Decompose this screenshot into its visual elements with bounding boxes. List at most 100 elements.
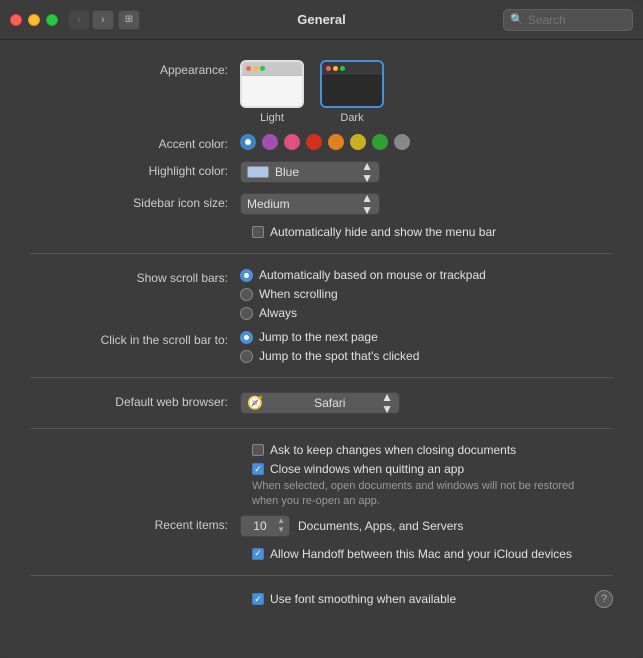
click-scroll-bar-label: Click in the scroll bar to: (30, 330, 240, 347)
arrow-down-icon: ▼ (361, 172, 373, 184)
accent-red[interactable] (306, 134, 322, 150)
traffic-lights (10, 14, 58, 26)
menu-bar-checkbox[interactable] (252, 226, 264, 238)
dark-label: Dark (340, 112, 363, 124)
recent-items-stepper[interactable]: 10 ▲ ▼ (240, 515, 290, 537)
appearance-light[interactable]: Light (240, 60, 304, 124)
keep-changes-row: Ask to keep changes when closing documen… (252, 443, 613, 457)
minimize-button[interactable] (28, 14, 40, 26)
accent-graphite[interactable] (394, 134, 410, 150)
scroll-auto-label: Automatically based on mouse or trackpad (259, 268, 486, 282)
scroll-always-radio[interactable] (240, 307, 253, 320)
divider-3 (30, 428, 613, 429)
scroll-always-label: Always (259, 306, 297, 320)
accent-pink[interactable] (284, 134, 300, 150)
back-button[interactable]: ‹ (68, 10, 90, 30)
dark-thumb-bar (322, 62, 382, 76)
click-spot-radio[interactable] (240, 350, 253, 363)
recent-items-row: Recent items: 10 ▲ ▼ Documents, Apps, an… (30, 515, 613, 537)
nav-buttons: ‹ › (68, 10, 114, 30)
sidebar-icon-size-row: Sidebar icon size: Medium ▲ ▼ (30, 193, 613, 215)
close-windows-checkbox[interactable] (252, 463, 264, 475)
highlight-select[interactable]: Blue ▲ ▼ (240, 161, 380, 183)
scroll-bars-radio-group: Automatically based on mouse or trackpad… (240, 268, 486, 320)
search-input[interactable] (528, 13, 626, 27)
show-scroll-bars-control: Automatically based on mouse or trackpad… (240, 268, 613, 320)
forward-icon: › (101, 14, 105, 26)
default-browser-value: Safari (314, 396, 377, 410)
click-scroll-radio-group: Jump to the next page Jump to the spot t… (240, 330, 419, 363)
sidebar-icon-arrow: ▲ ▼ (361, 192, 373, 216)
light-thumb (240, 60, 304, 108)
recent-items-control: 10 ▲ ▼ Documents, Apps, and Servers (240, 515, 613, 537)
menu-bar-label: Automatically hide and show the menu bar (270, 225, 496, 239)
show-scroll-bars-label: Show scroll bars: (30, 268, 240, 285)
recent-items-suffix: Documents, Apps, and Servers (298, 519, 463, 533)
window-title: General (297, 12, 345, 27)
click-next-page-row: Jump to the next page (240, 330, 419, 344)
appearance-control: Light Dark (240, 60, 613, 124)
close-windows-row: Close windows when quitting an app (252, 462, 613, 476)
click-next-page-label: Jump to the next page (259, 330, 378, 344)
show-scroll-bars-row: Show scroll bars: Automatically based on… (30, 268, 613, 320)
appearance-dark[interactable]: Dark (320, 60, 384, 124)
arrow-down-icon2: ▼ (361, 204, 373, 216)
divider-4 (30, 575, 613, 576)
back-icon: ‹ (77, 14, 81, 26)
thumb-dot-green2 (340, 66, 345, 71)
forward-button[interactable]: › (92, 10, 114, 30)
accent-blue[interactable] (240, 134, 256, 150)
grid-button[interactable]: ⊞ (118, 10, 140, 30)
light-label: Light (260, 112, 284, 124)
default-browser-label: Default web browser: (30, 392, 240, 409)
appearance-options: Light Dark (240, 60, 384, 124)
handoff-checkbox[interactable] (252, 548, 264, 560)
thumb-dot-red (246, 66, 251, 71)
scroll-auto-radio[interactable] (240, 269, 253, 282)
accent-yellow[interactable] (350, 134, 366, 150)
scroll-when-scrolling-label: When scrolling (259, 287, 338, 301)
default-browser-row: Default web browser: 🧭 Safari ▲ ▼ (30, 392, 613, 414)
dark-thumb (320, 60, 384, 108)
maximize-button[interactable] (46, 14, 58, 26)
sidebar-icon-size-label: Sidebar icon size: (30, 193, 240, 210)
accent-color-control (240, 134, 613, 150)
menu-bar-row: Automatically hide and show the menu bar (252, 225, 613, 239)
grid-icon: ⊞ (125, 14, 133, 25)
sidebar-icon-select[interactable]: Medium ▲ ▼ (240, 193, 380, 215)
keep-changes-checkbox[interactable] (252, 444, 264, 456)
help-button[interactable]: ? (595, 590, 613, 608)
safari-icon: 🧭 (247, 395, 310, 411)
keep-changes-label: Ask to keep changes when closing documen… (270, 443, 516, 457)
accent-green[interactable] (372, 134, 388, 150)
thumb-dot-yellow (253, 66, 258, 71)
highlight-color-row: Highlight color: Blue ▲ ▼ (30, 161, 613, 183)
divider-1 (30, 253, 613, 254)
handoff-label: Allow Handoff between this Mac and your … (270, 547, 572, 561)
search-box[interactable]: 🔍 (503, 9, 633, 31)
sidebar-icon-value: Medium (247, 197, 357, 211)
click-next-page-radio[interactable] (240, 331, 253, 344)
highlight-value: Blue (275, 165, 355, 179)
highlight-arrow: ▲ ▼ (361, 160, 373, 184)
accent-orange[interactable] (328, 134, 344, 150)
font-smoothing-checkbox[interactable] (252, 593, 264, 605)
thumb-dot-green (260, 66, 265, 71)
default-browser-select[interactable]: 🧭 Safari ▲ ▼ (240, 392, 400, 414)
close-button[interactable] (10, 14, 22, 26)
scroll-when-scrolling-radio[interactable] (240, 288, 253, 301)
close-windows-label: Close windows when quitting an app (270, 462, 464, 476)
scroll-always-row: Always (240, 306, 486, 320)
font-smoothing-row: Use font smoothing when available ? (252, 590, 613, 608)
scroll-when-scrolling-row: When scrolling (240, 287, 486, 301)
close-windows-sublabel: When selected, open documents and window… (252, 479, 613, 510)
thumb-dot-yellow2 (333, 66, 338, 71)
accent-color-label: Accent color: (30, 134, 240, 151)
highlight-color-control: Blue ▲ ▼ (240, 161, 613, 183)
accent-purple[interactable] (262, 134, 278, 150)
light-thumb-bar (242, 62, 302, 76)
browser-arrow: ▲ ▼ (381, 391, 393, 415)
sidebar-icon-size-control: Medium ▲ ▼ (240, 193, 613, 215)
stepper-arrows[interactable]: ▲ ▼ (277, 517, 285, 535)
stepper-down-icon: ▼ (277, 526, 285, 535)
